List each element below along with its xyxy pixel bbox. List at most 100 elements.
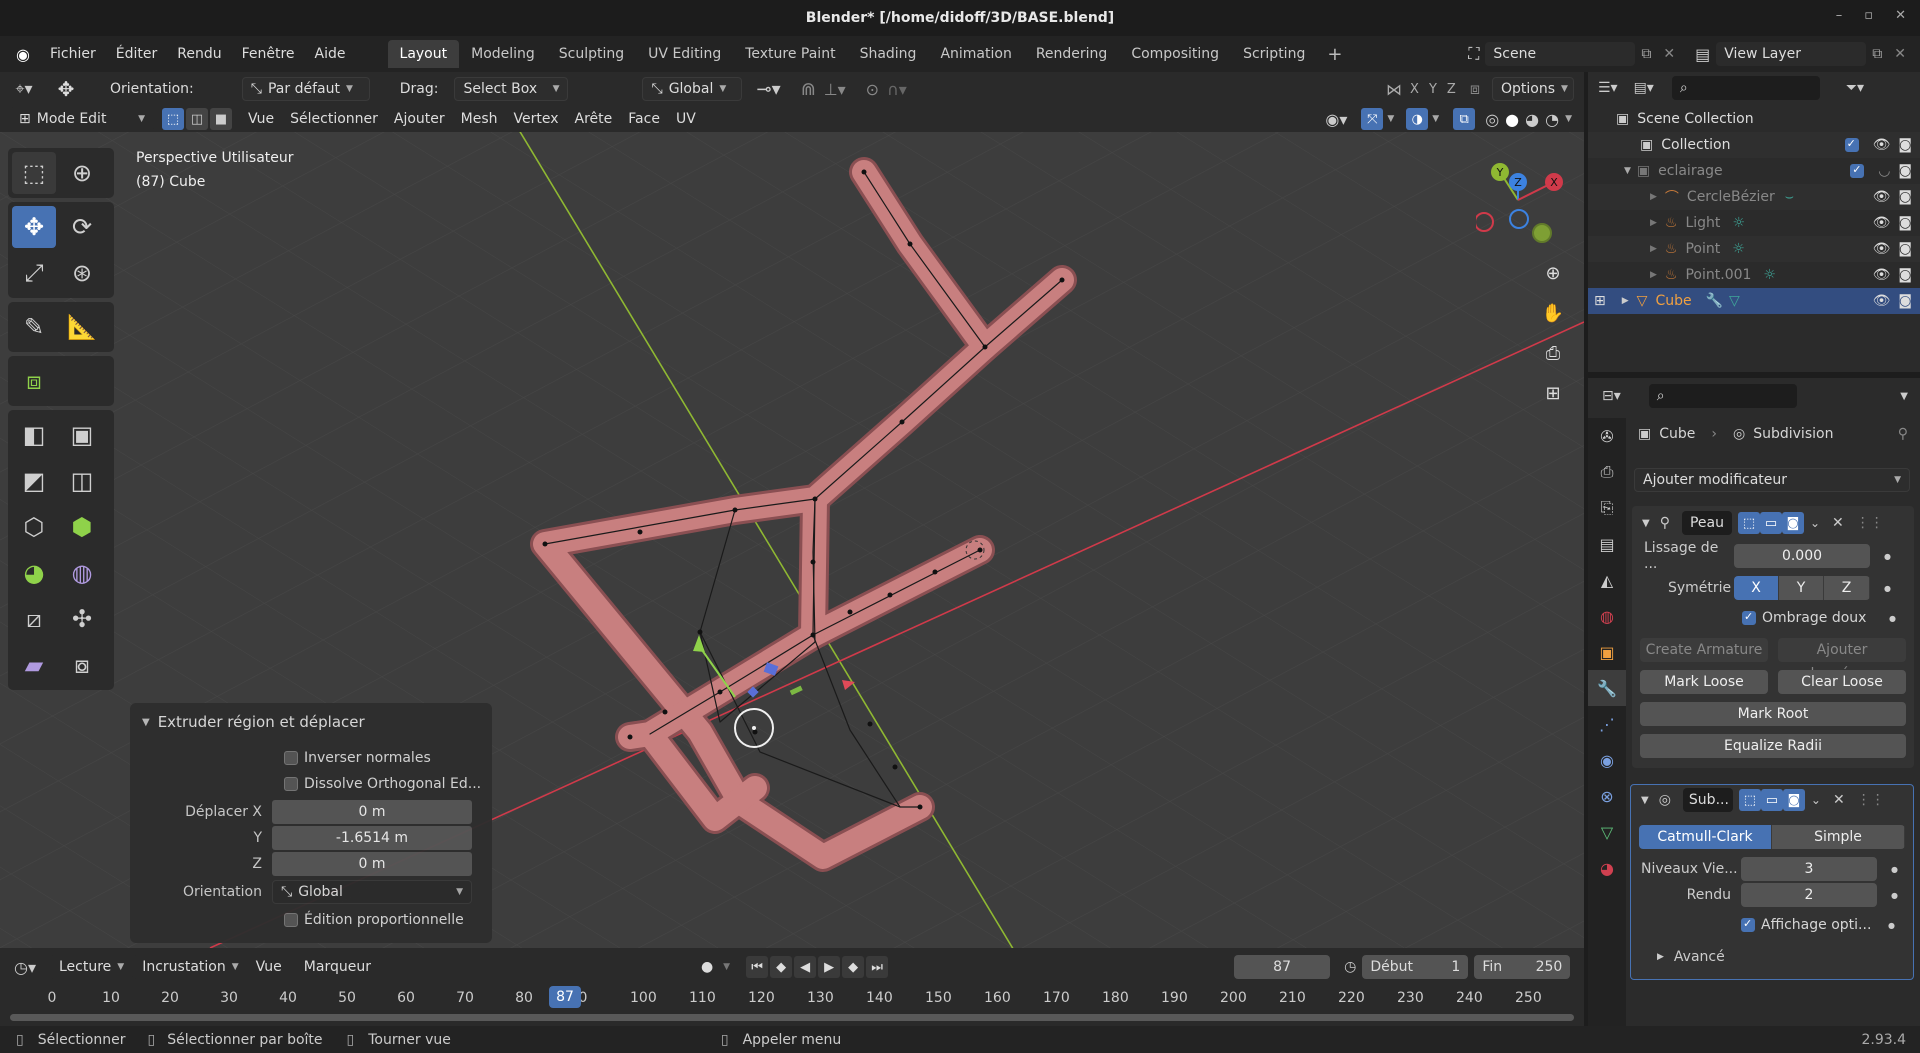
inset-tool-icon[interactable]: ▣ — [60, 414, 104, 456]
eye-closed-icon[interactable]: ◡ — [1878, 163, 1890, 179]
overlays-dropdown-icon[interactable]: ▼ — [1432, 114, 1439, 124]
expand-icon[interactable]: ▼ — [1624, 166, 1631, 176]
render-toggle-icon[interactable]: ◙ — [1782, 789, 1805, 811]
stopwatch-icon[interactable]: ◷ — [1344, 959, 1356, 975]
outliner-row-light[interactable]: ▶ ♨ Light ☼ 👁 ◙ — [1588, 210, 1920, 236]
menu-view[interactable]: Vue — [240, 111, 282, 127]
proportional-checkbox[interactable] — [284, 913, 298, 927]
symmetry-y-toggle[interactable]: Y — [1779, 576, 1824, 600]
physics-tab-icon[interactable]: ◉ — [1588, 742, 1626, 778]
xray-icon[interactable]: ⧉ — [1453, 108, 1476, 130]
expand-icon[interactable]: ▶ — [1650, 218, 1657, 228]
tab-modeling[interactable]: Modeling — [459, 40, 547, 68]
outliner-row-point[interactable]: ▶ ♨ Point ☼ 👁 ◙ — [1588, 236, 1920, 262]
record-dropdown-icon[interactable]: ▼ — [723, 962, 730, 972]
eye-icon[interactable]: 👁 — [1873, 215, 1891, 231]
menu-add[interactable]: Ajouter — [386, 111, 453, 127]
equalize-radii-button[interactable]: Equalize Radii — [1640, 734, 1906, 758]
edge-select-icon[interactable]: ◫ — [186, 108, 208, 130]
outliner-row-point-001[interactable]: ▶ ♨ Point.001 ☼ 👁 ◙ — [1588, 262, 1920, 288]
perspective-toggle-icon[interactable]: ⊞ — [1536, 376, 1570, 410]
orientation-dropdown[interactable]: ⤡ Par défaut ▼ — [241, 77, 370, 101]
minimize-icon[interactable]: – — [1836, 8, 1843, 23]
drag-dropdown[interactable]: Select Box ▼ — [454, 77, 569, 101]
symmetry-x-toggle[interactable]: X — [1734, 576, 1779, 600]
add-data-button[interactable]: Ajouter données... — [1778, 638, 1906, 682]
menu-help[interactable]: Aide — [305, 40, 356, 68]
scene-tab-icon[interactable]: ◭ — [1588, 562, 1626, 598]
mark-root-button[interactable]: Mark Root — [1640, 702, 1906, 726]
object-tab-icon[interactable]: ▣ — [1588, 634, 1626, 670]
tab-layout[interactable]: Layout — [387, 40, 460, 68]
operator-header[interactable]: ▼ Extruder région et déplacer — [130, 709, 492, 735]
timeline-scrollbar[interactable] — [10, 1014, 1574, 1021]
subdivision-name-field[interactable]: Sub... — [1682, 788, 1733, 812]
menu-edge[interactable]: Arête — [567, 111, 621, 127]
visibility-icon[interactable]: ◉▾ — [1325, 110, 1347, 129]
next-keyframe-icon[interactable]: ◆ — [842, 956, 865, 978]
particles-tab-icon[interactable]: ⋰ — [1588, 706, 1626, 742]
advanced-subpanel[interactable]: ▶ Avancé — [1631, 945, 1913, 969]
keyframe-dot-icon[interactable]: ● — [1891, 865, 1898, 874]
snap-icon[interactable]: ⋒ — [801, 79, 816, 100]
mirror-icon[interactable]: ⋈ — [1386, 80, 1402, 99]
add-cube-tool-icon[interactable]: ⧈ — [12, 360, 56, 402]
shading-dropdown-icon[interactable]: ▼ — [1565, 114, 1572, 124]
keying-dropdown[interactable]: Incrustation ▼ — [133, 955, 248, 979]
vertex-select-icon[interactable]: ⬚ — [162, 108, 184, 130]
clear-loose-button[interactable]: Clear Loose — [1778, 670, 1906, 694]
jump-start-icon[interactable]: ⏮ — [746, 956, 769, 978]
snap-target-icon[interactable]: ⊥▾ — [824, 80, 846, 99]
rip-tool-icon[interactable]: ⧇ — [60, 644, 104, 686]
dissolve-checkbox[interactable] — [284, 777, 298, 791]
measure-tool-icon[interactable]: 📐 — [60, 306, 104, 348]
simple-toggle[interactable]: Simple — [1772, 825, 1905, 849]
outliner-row-scene-collection[interactable]: ▣ Scene Collection — [1588, 106, 1920, 132]
dissolve-row[interactable]: Dissolve Orthogonal Ed... — [130, 771, 492, 797]
keyframe-dot-icon[interactable]: ● — [1888, 921, 1895, 930]
start-frame-field[interactable]: Début 1 — [1362, 955, 1469, 979]
rendered-shading-icon[interactable]: ◔ — [1545, 110, 1559, 129]
render-camera-icon[interactable]: ◙ — [1898, 163, 1912, 179]
collapse-icon[interactable]: ▼ — [1641, 795, 1649, 806]
scene-close-icon[interactable]: ✕ — [1657, 46, 1681, 62]
tab-scripting[interactable]: Scripting — [1231, 40, 1317, 68]
filter-icon[interactable]: ⏷▾ — [1846, 80, 1864, 96]
prev-keyframe-icon[interactable]: ◆ — [770, 956, 793, 978]
view-layer-close-icon[interactable]: ✕ — [1888, 46, 1912, 62]
add-modifier-dropdown[interactable]: Ajouter modificateur ▼ — [1634, 468, 1910, 492]
outliner-row-bezier[interactable]: ▶ ⌒ CercleBézier ⌣ 👁 ◙ — [1588, 184, 1920, 210]
drag-handle-icon[interactable]: ⋮⋮ — [1856, 515, 1884, 531]
viewport-levels-field[interactable]: 3 — [1741, 857, 1877, 881]
gizmo-neg-y-icon[interactable] — [1532, 223, 1552, 243]
material-shading-icon[interactable]: ◕ — [1525, 110, 1539, 129]
constraints-tab-icon[interactable]: ⊗ — [1588, 778, 1626, 814]
viewport-toggle-icon[interactable]: ▭ — [1760, 789, 1783, 811]
cursor-tool-icon[interactable]: ⊕ — [60, 152, 104, 194]
collapse-icon[interactable]: ▼ — [142, 717, 150, 728]
drag-handle-icon[interactable]: ⋮⋮ — [1857, 792, 1885, 808]
zoom-icon[interactable]: ⊕ — [1536, 256, 1570, 290]
auto-merge-icon[interactable]: ⧈ — [1470, 79, 1480, 99]
render-camera-icon[interactable]: ◙ — [1898, 293, 1912, 309]
pan-hand-icon[interactable]: ✋ — [1536, 296, 1570, 330]
add-workspace-icon[interactable]: + — [1317, 44, 1352, 65]
menu-render[interactable]: Rendu — [167, 40, 231, 68]
modifier-tab-icon[interactable]: 🔧 — [1588, 670, 1626, 706]
tab-uv-editing[interactable]: UV Editing — [636, 40, 733, 68]
poly-build-tool-icon[interactable]: ⬢ — [60, 506, 104, 548]
skin-name-field[interactable]: Peau — [1681, 511, 1732, 535]
outliner[interactable]: ☰▾ ▤▾ ⌕ ⏷▾ ▣ Scene Collection ▣ Collecti… — [1588, 72, 1920, 372]
viewport-toggle-icon[interactable]: ▭ — [1759, 512, 1782, 534]
outliner-row-collection[interactable]: ▣ Collection 👁 ◙ — [1588, 132, 1920, 158]
render-camera-icon[interactable]: ◙ — [1898, 267, 1912, 283]
jump-end-icon[interactable]: ⏭ — [866, 956, 889, 978]
gizmo-toggle-icon[interactable]: ⤧ — [1361, 108, 1384, 130]
keyframe-dot-icon[interactable]: ● — [1891, 891, 1898, 900]
move-tool-icon[interactable]: ✥ — [48, 77, 84, 101]
flip-normals-row[interactable]: Inverser normales — [130, 745, 492, 771]
eye-icon[interactable]: 👁 — [1873, 189, 1891, 205]
playback-dropdown[interactable]: Lecture ▼ — [50, 955, 134, 979]
mark-loose-button[interactable]: Mark Loose — [1640, 670, 1768, 694]
menu-mesh[interactable]: Mesh — [453, 111, 506, 127]
